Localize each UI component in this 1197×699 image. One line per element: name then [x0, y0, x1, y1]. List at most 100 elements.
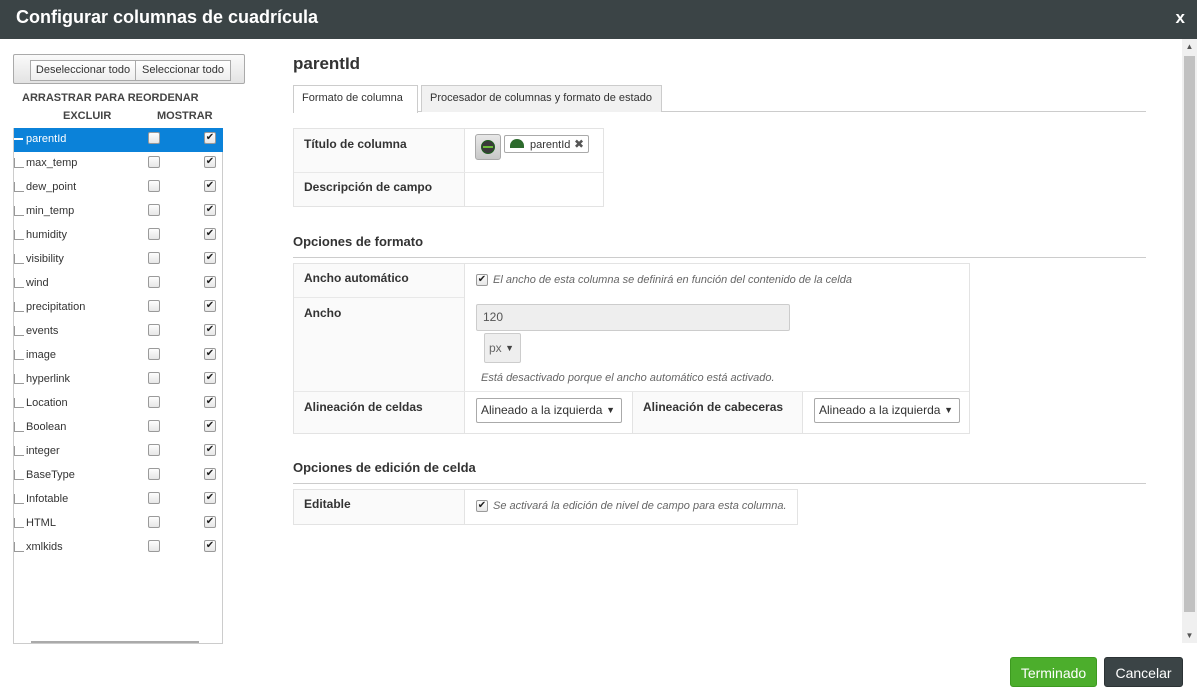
exclude-checkbox[interactable] — [148, 324, 160, 336]
cancel-button[interactable]: Cancelar — [1104, 657, 1183, 687]
drag-handle-icon[interactable] — [14, 158, 24, 168]
show-checkbox[interactable]: ✔ — [204, 204, 216, 216]
show-checkbox[interactable]: ✔ — [204, 180, 216, 192]
exclude-checkbox[interactable] — [148, 540, 160, 552]
exclude-checkbox[interactable] — [148, 516, 160, 528]
show-checkbox[interactable]: ✔ — [204, 276, 216, 288]
exclude-checkbox[interactable] — [148, 252, 160, 264]
show-checkbox[interactable]: ✔ — [204, 372, 216, 384]
drag-handle-icon[interactable] — [14, 138, 23, 140]
column-list-item[interactable]: precipitation ✔ — [14, 296, 223, 320]
exclude-checkbox[interactable] — [148, 468, 160, 480]
column-list-item[interactable]: Location ✔ — [14, 392, 223, 416]
field-title: parentId — [293, 54, 361, 73]
exclude-checkbox[interactable] — [148, 276, 160, 288]
column-list-item[interactable]: hyperlink ✔ — [14, 368, 223, 392]
header-alignment-select[interactable]: Alineado a la izquierda ▼ — [814, 398, 960, 423]
column-list-item[interactable]: humidity ✔ — [14, 224, 223, 248]
horizontal-scrollbar[interactable] — [31, 641, 199, 643]
exclude-checkbox[interactable] — [148, 228, 160, 240]
column-list-item[interactable]: integer ✔ — [14, 440, 223, 464]
scroll-down-icon[interactable]: ▼ — [1182, 631, 1197, 640]
drag-handle-icon[interactable] — [14, 494, 24, 504]
column-title-row: Título de columna parentId ✖ — [294, 129, 603, 173]
exclude-checkbox[interactable] — [148, 348, 160, 360]
show-checkbox[interactable]: ✔ — [204, 156, 216, 168]
drag-handle-icon[interactable] — [14, 470, 24, 480]
show-checkbox[interactable]: ✔ — [204, 516, 216, 528]
scroll-up-icon[interactable]: ▲ — [1182, 42, 1197, 51]
show-checkbox[interactable]: ✔ — [204, 324, 216, 336]
column-list-item[interactable]: HTML ✔ — [14, 512, 223, 536]
column-list-item[interactable]: Infotable ✔ — [14, 488, 223, 512]
exclude-checkbox[interactable] — [148, 396, 160, 408]
drag-handle-icon[interactable] — [14, 326, 24, 336]
field-description-value[interactable] — [464, 173, 603, 206]
column-list-item[interactable]: BaseType ✔ — [14, 464, 223, 488]
exclude-checkbox[interactable] — [148, 444, 160, 456]
width-input[interactable]: 120 — [476, 304, 790, 331]
drag-handle-icon[interactable] — [14, 518, 24, 528]
tab-column-renderer[interactable]: Procesador de columnas y formato de esta… — [421, 85, 662, 112]
column-list-item[interactable]: max_temp ✔ — [14, 152, 223, 176]
exclude-checkbox[interactable] — [148, 180, 160, 192]
show-checkbox[interactable]: ✔ — [204, 540, 216, 552]
deselect-all-button[interactable]: Deseleccionar todo — [30, 60, 136, 81]
column-name: max_temp — [26, 157, 78, 169]
drag-handle-icon[interactable] — [14, 374, 24, 384]
show-checkbox[interactable]: ✔ — [204, 420, 216, 432]
localization-button[interactable] — [475, 134, 501, 160]
auto-width-label: Ancho automático — [304, 271, 409, 285]
exclude-checkbox[interactable] — [148, 492, 160, 504]
show-checkbox[interactable]: ✔ — [204, 396, 216, 408]
show-checkbox[interactable]: ✔ — [204, 444, 216, 456]
close-icon[interactable]: x — [1176, 8, 1185, 28]
auto-width-checkbox[interactable]: ✔ — [476, 274, 488, 286]
show-checkbox[interactable]: ✔ — [204, 468, 216, 480]
drag-handle-icon[interactable] — [14, 422, 24, 432]
show-checkbox[interactable]: ✔ — [204, 492, 216, 504]
drag-handle-icon[interactable] — [14, 350, 24, 360]
exclude-checkbox[interactable] — [148, 420, 160, 432]
column-list-item[interactable]: visibility ✔ — [14, 248, 223, 272]
scrollbar-thumb[interactable] — [1184, 56, 1195, 612]
column-list-item[interactable]: wind ✔ — [14, 272, 223, 296]
exclude-checkbox[interactable] — [148, 156, 160, 168]
exclude-checkbox[interactable] — [148, 204, 160, 216]
column-list-item[interactable]: Boolean ✔ — [14, 416, 223, 440]
exclude-checkbox[interactable] — [148, 372, 160, 384]
show-checkbox[interactable]: ✔ — [204, 228, 216, 240]
done-button[interactable]: Terminado — [1010, 657, 1097, 687]
drag-handle-icon[interactable] — [14, 182, 24, 192]
show-checkbox[interactable]: ✔ — [204, 252, 216, 264]
column-list-item[interactable]: xmlkids ✔ — [14, 536, 223, 560]
column-list-item[interactable]: events ✔ — [14, 320, 223, 344]
vertical-scrollbar[interactable]: ▲ ▼ — [1182, 39, 1197, 643]
drag-handle-icon[interactable] — [14, 446, 24, 456]
column-list-item[interactable]: image ✔ — [14, 344, 223, 368]
drag-handle-icon[interactable] — [14, 398, 24, 408]
drag-handle-icon[interactable] — [14, 278, 24, 288]
drag-handle-icon[interactable] — [14, 542, 24, 552]
editable-checkbox[interactable]: ✔ — [476, 500, 488, 512]
drag-handle-icon[interactable] — [14, 302, 24, 312]
remove-tag-icon[interactable]: ✖ — [574, 137, 584, 151]
tab-column-format[interactable]: Formato de columna — [293, 85, 418, 113]
drag-handle-icon[interactable] — [14, 230, 24, 240]
show-checkbox[interactable]: ✔ — [204, 348, 216, 360]
cell-alignment-select[interactable]: Alineado a la izquierda ▼ — [476, 398, 622, 423]
column-list-item[interactable]: dew_point ✔ — [14, 176, 223, 200]
column-list-item[interactable]: parentId ✔ — [14, 128, 223, 152]
column-list-item[interactable]: min_temp ✔ — [14, 200, 223, 224]
drag-handle-icon[interactable] — [14, 206, 24, 216]
select-all-button[interactable]: Seleccionar todo — [135, 60, 231, 81]
show-checkbox[interactable]: ✔ — [204, 132, 216, 144]
drag-handle-icon[interactable] — [14, 254, 24, 264]
column-name: BaseType — [26, 469, 75, 481]
exclude-checkbox[interactable] — [148, 132, 160, 144]
localization-tag[interactable]: parentId ✖ — [504, 135, 589, 153]
width-unit-select[interactable]: px ▼ — [484, 333, 521, 363]
show-checkbox[interactable]: ✔ — [204, 300, 216, 312]
exclude-checkbox[interactable] — [148, 300, 160, 312]
column-name: xmlkids — [26, 541, 63, 553]
